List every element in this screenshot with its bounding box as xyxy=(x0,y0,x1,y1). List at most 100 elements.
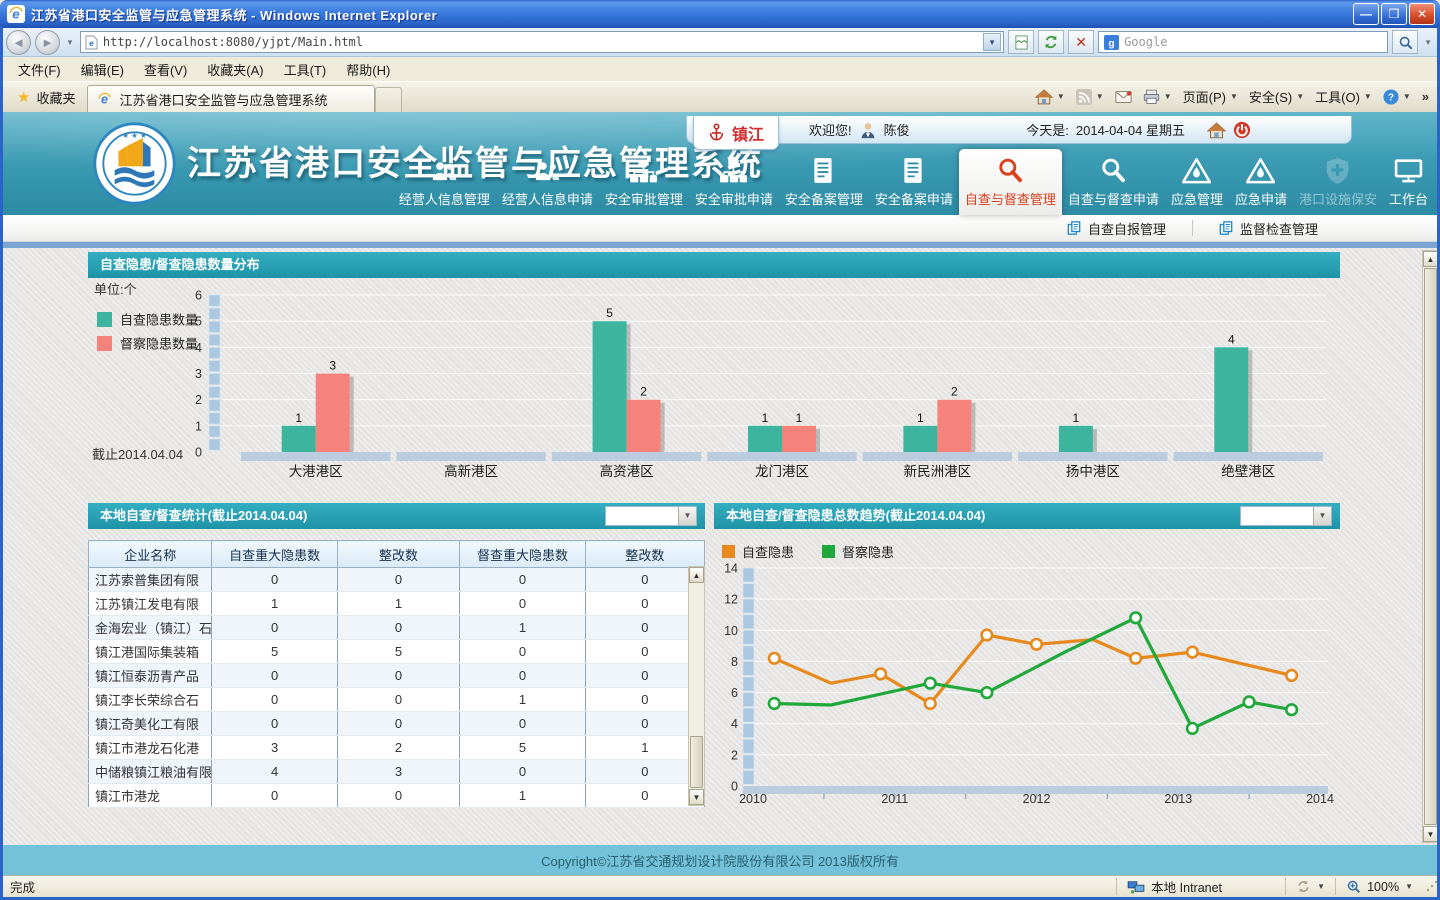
location-tab[interactable]: 镇江 xyxy=(693,116,779,150)
refresh-button[interactable] xyxy=(1038,30,1064,54)
page-scroll-thumb[interactable] xyxy=(1424,268,1437,825)
command-item-dropdown[interactable]: ▼ xyxy=(1230,92,1238,101)
nav-item-9[interactable]: 应急申请 xyxy=(1229,149,1293,215)
feeds-dropdown[interactable]: ▼ xyxy=(1096,92,1104,101)
portal-home-icon[interactable] xyxy=(1207,121,1226,139)
orgchart-icon xyxy=(629,155,658,185)
value-cell: 0 xyxy=(460,712,585,736)
recent-pages-dropdown[interactable]: ▼ xyxy=(64,38,76,47)
url-text[interactable]: http://localhost:8080/yjpt/Main.html xyxy=(103,35,978,49)
table-scroll-thumb[interactable] xyxy=(690,736,703,788)
nav-item-3[interactable]: 安全审批申请 xyxy=(689,149,779,215)
protected-mode-dropdown[interactable]: ▼ xyxy=(1317,882,1325,891)
nav-item-5[interactable]: 安全备案申请 xyxy=(869,149,959,215)
table-column-header[interactable]: 整改数 xyxy=(337,541,459,568)
bar-supervise xyxy=(627,400,661,452)
table-row[interactable]: 镇江李长荣综合石0010 xyxy=(89,688,705,712)
table-row[interactable]: 镇江奇美化工有限0000 xyxy=(89,712,705,736)
stop-button[interactable]: ✕ xyxy=(1068,30,1094,54)
command-item-1[interactable]: 安全(S)▼ xyxy=(1249,87,1304,106)
company-name-cell: 镇江李长荣综合石 xyxy=(89,688,212,712)
nav-item-7[interactable]: 自查与督查申请 xyxy=(1062,149,1165,215)
table-select-arrow-icon[interactable]: ▼ xyxy=(678,507,696,525)
submenu-item-0[interactable]: 自查自报管理 xyxy=(1041,219,1192,238)
logout-power-icon[interactable] xyxy=(1233,121,1251,139)
table-row[interactable]: 镇江恒泰沥青产品0000 xyxy=(89,664,705,688)
nav-item-10[interactable]: 港口设施保安 xyxy=(1293,149,1383,215)
compatibility-view-button[interactable] xyxy=(1008,30,1034,54)
command-item-0[interactable]: 页面(P)▼ xyxy=(1183,87,1238,106)
nav-item-11[interactable]: 工作台 xyxy=(1383,149,1434,215)
command-item-dropdown[interactable]: ▼ xyxy=(1364,92,1372,101)
nav-item-1[interactable]: 经营人信息申请 xyxy=(496,149,599,215)
search-options-dropdown[interactable]: ▼ xyxy=(1422,38,1434,47)
search-button[interactable] xyxy=(1392,30,1418,54)
table-scroll-down-button[interactable]: ▼ xyxy=(689,789,704,805)
menu-item-5[interactable]: 帮助(H) xyxy=(336,57,400,82)
help-button[interactable]: ? ▼ xyxy=(1383,89,1411,105)
nav-item-label: 安全备案申请 xyxy=(875,189,953,208)
menu-item-4[interactable]: 工具(T) xyxy=(274,57,337,82)
table-row[interactable]: 镇江市港龙0010 xyxy=(89,784,705,808)
resize-grip[interactable] xyxy=(1425,881,1437,893)
table-column-header[interactable]: 自查重大隐患数 xyxy=(212,541,337,568)
value-cell: 0 xyxy=(585,640,704,664)
mail-button[interactable] xyxy=(1115,90,1132,104)
help-dropdown[interactable]: ▼ xyxy=(1403,92,1411,101)
minimize-button[interactable]: — xyxy=(1353,3,1379,25)
table-row[interactable]: 镇江市港龙石化港3251 xyxy=(89,736,705,760)
menu-item-1[interactable]: 编辑(E) xyxy=(71,57,134,82)
welcome-strip: 镇江 欢迎您! 陈俊 今天是: 2014-04-04 星期五 xyxy=(686,116,1352,144)
page-scroll-down-button[interactable]: ▼ xyxy=(1423,826,1438,842)
zoom-control[interactable]: 100% ▼ xyxy=(1335,878,1423,895)
line-marker xyxy=(769,698,780,709)
line-select-arrow-icon[interactable]: ▼ xyxy=(1313,507,1331,525)
table-column-header[interactable]: 整改数 xyxy=(585,541,704,568)
search-input[interactable]: Google xyxy=(1124,35,1382,49)
restore-button[interactable]: ❐ xyxy=(1381,3,1407,25)
zoom-dropdown[interactable]: ▼ xyxy=(1405,882,1413,891)
table-row[interactable]: 镇江港国际集装箱5500 xyxy=(89,640,705,664)
nav-item-8[interactable]: 应急管理 xyxy=(1165,149,1229,215)
search-box[interactable]: g Google xyxy=(1098,31,1388,53)
submenu-item-1[interactable]: 监督检查管理 xyxy=(1193,219,1344,238)
table-row[interactable]: 江苏镇江发电有限1100 xyxy=(89,592,705,616)
table-scroll-up-button[interactable]: ▲ xyxy=(689,567,704,583)
table-row[interactable]: 金海宏业（镇江）石0010 xyxy=(89,616,705,640)
nav-item-4[interactable]: 安全备案管理 xyxy=(779,149,869,215)
home-button[interactable]: ▼ xyxy=(1035,88,1065,105)
back-button[interactable]: ◄ xyxy=(6,30,31,55)
page-scroll-up-button[interactable]: ▲ xyxy=(1423,251,1438,267)
command-overflow-chevron[interactable]: » xyxy=(1422,89,1429,104)
menu-item-0[interactable]: 文件(F) xyxy=(8,57,71,82)
nav-item-0[interactable]: 经营人信息管理 xyxy=(393,149,496,215)
new-tab-button[interactable] xyxy=(375,87,402,112)
table-panel-select[interactable]: ▼ xyxy=(605,506,697,526)
line-panel-select[interactable]: ▼ xyxy=(1240,506,1332,526)
line-x-label: 2014 xyxy=(1306,792,1334,806)
command-item-2[interactable]: 工具(O)▼ xyxy=(1315,87,1372,106)
favorites-button[interactable]: ★ 收藏夹 xyxy=(5,83,87,112)
table-column-header[interactable]: 企业名称 xyxy=(89,541,212,568)
print-button[interactable]: ▼ xyxy=(1143,89,1172,105)
feeds-button[interactable]: ▼ xyxy=(1076,89,1104,105)
command-item-dropdown[interactable]: ▼ xyxy=(1296,92,1304,101)
menu-item-2[interactable]: 查看(V) xyxy=(134,57,197,82)
close-button[interactable]: ✕ xyxy=(1409,3,1435,25)
home-dropdown[interactable]: ▼ xyxy=(1057,92,1065,101)
nav-item-6[interactable]: 自查与督查管理 xyxy=(959,149,1062,215)
forward-button[interactable]: ► xyxy=(35,30,60,55)
protected-mode-button[interactable]: ▼ xyxy=(1285,878,1335,895)
table-scrollbar[interactable]: ▲ ▼ xyxy=(688,566,705,806)
table-row[interactable]: 中储粮镇江粮油有限4300 xyxy=(89,760,705,784)
table-column-header[interactable]: 督查重大隐患数 xyxy=(460,541,585,568)
menu-item-3[interactable]: 收藏夹(A) xyxy=(197,57,273,82)
print-dropdown[interactable]: ▼ xyxy=(1164,92,1172,101)
svg-text:1: 1 xyxy=(195,419,202,433)
tab-active[interactable]: e 江苏省港口安全监管与应急管理系统 xyxy=(87,85,375,112)
nav-item-2[interactable]: 安全审批管理 xyxy=(599,149,689,215)
orgchart-icon xyxy=(719,155,748,185)
table-row[interactable]: 江苏索普集团有限0000 xyxy=(89,568,705,592)
address-field[interactable]: e http://localhost:8080/yjpt/Main.html ▼ xyxy=(80,31,1004,53)
url-dropdown-button[interactable]: ▼ xyxy=(983,33,1001,51)
